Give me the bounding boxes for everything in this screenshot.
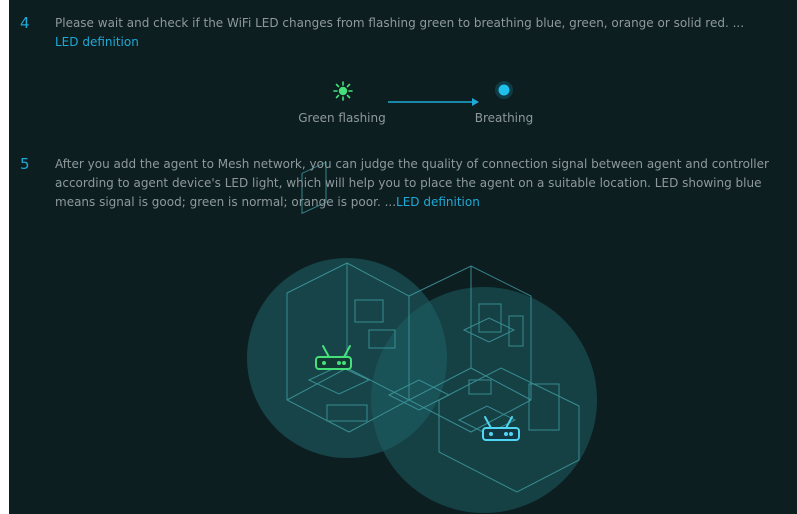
illustration-canvas (247, 81, 597, 513)
step-5-text: After you add the agent to Mesh network,… (55, 155, 790, 212)
green-flashing-label: Green flashing (298, 111, 386, 125)
mesh-home-illustration (247, 161, 597, 513)
transition-arrow (388, 98, 479, 106)
breathing-blue-led-icon (495, 81, 513, 99)
green-flashing-led-icon (333, 81, 353, 101)
step-5-number: 5 (20, 155, 30, 173)
setup-panel: 4 Please wait and check if the WiFi LED … (9, 0, 797, 514)
step-5-led-definition-link[interactable]: LED definition (396, 195, 480, 209)
breathing-label: Breathing (474, 111, 534, 125)
